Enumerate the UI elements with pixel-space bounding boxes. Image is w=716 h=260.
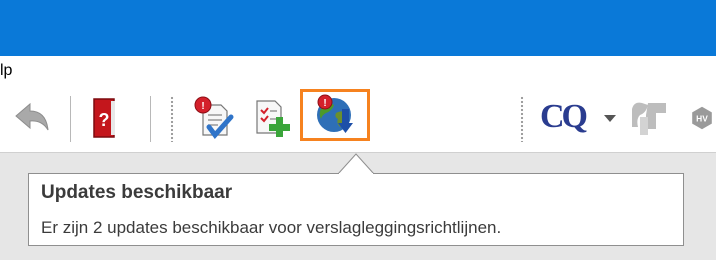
toolbar-separator: [150, 96, 151, 142]
back-arrow-icon: [15, 102, 49, 131]
add-document-icon: [256, 100, 290, 137]
cq-button[interactable]: CQ: [540, 94, 600, 142]
back-button[interactable]: [8, 94, 56, 142]
dropdown-arrow-icon: [604, 115, 616, 122]
validate-button[interactable]: !: [190, 94, 238, 142]
toolbar: ? ! ! CQ HV: [0, 88, 716, 153]
svg-text:!: !: [201, 101, 204, 112]
hv-badge-icon: HV: [692, 106, 712, 130]
toolbar-grip: [170, 96, 174, 142]
svg-text:HV: HV: [696, 114, 708, 124]
cq-dropdown-button[interactable]: [600, 94, 620, 142]
globe-update-icon: !: [317, 94, 353, 133]
cq-logo-icon: CQ: [540, 98, 588, 135]
title-bar: [0, 0, 716, 56]
tooltip-pointer-joint: [339, 173, 373, 175]
tooltip-body: Er zijn 2 updates beschikbaar voor versl…: [41, 218, 502, 237]
help-book-icon: ?: [93, 98, 115, 138]
help-button[interactable]: ?: [80, 94, 128, 142]
tooltip: Updates beschikbaar Er zijn 2 updates be…: [28, 173, 684, 246]
updates-button[interactable]: !: [300, 89, 370, 141]
xbrl-button[interactable]: [626, 94, 674, 142]
menu-bar: lp: [0, 56, 716, 88]
add-document-button[interactable]: [246, 94, 294, 142]
xbrl-logo-icon: [632, 102, 666, 135]
hv-button[interactable]: HV: [688, 94, 716, 142]
toolbar-separator: [70, 96, 71, 142]
validate-document-icon: !: [194, 96, 234, 139]
menu-item-help[interactable]: lp: [0, 62, 12, 80]
tooltip-title: Updates beschikbaar: [41, 182, 233, 203]
svg-text:!: !: [323, 98, 326, 109]
svg-text:?: ?: [99, 110, 110, 130]
toolbar-grip: [520, 96, 524, 142]
